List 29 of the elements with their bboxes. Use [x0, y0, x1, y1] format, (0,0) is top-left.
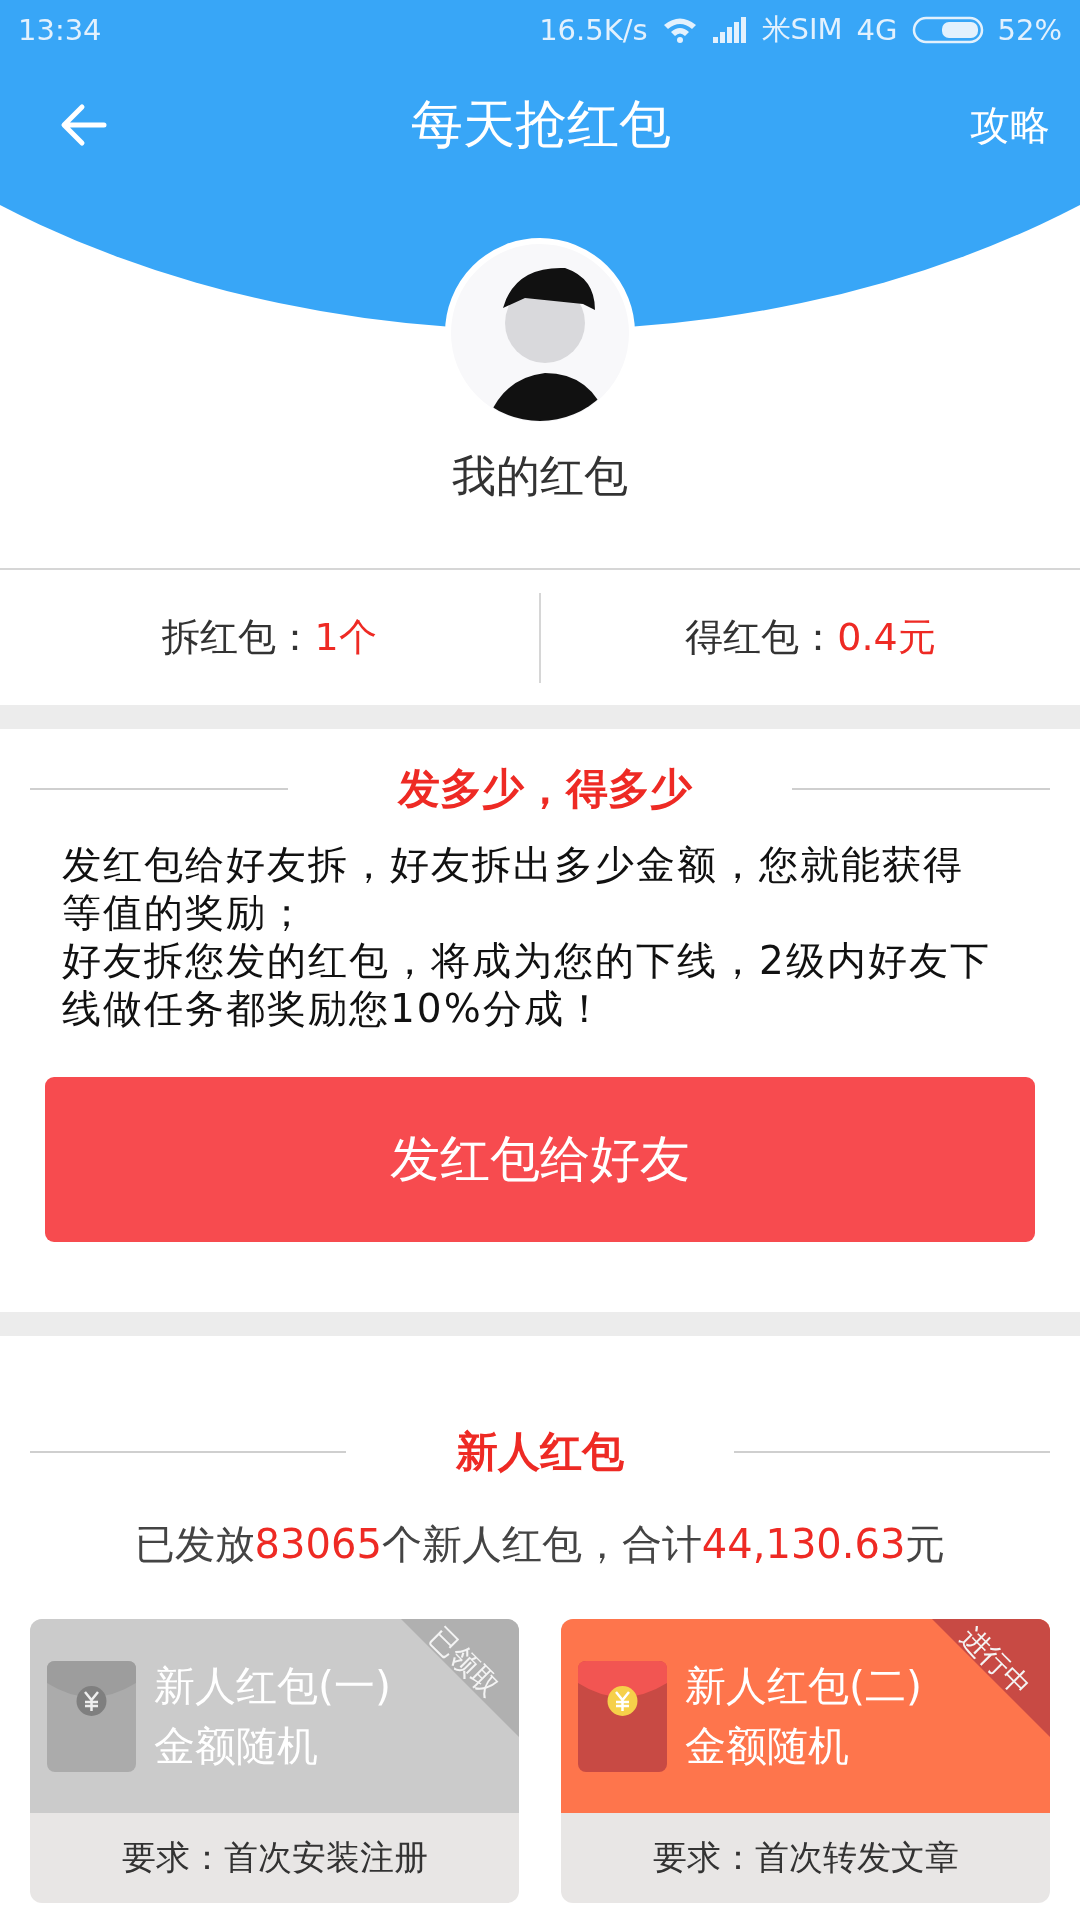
envelope-icon	[578, 1660, 667, 1772]
description-text: 发红包给好友拆，好友拆出多少金额，您就能获得等值的奖励；	[62, 841, 965, 937]
send-button[interactable]: 发红包给好友	[45, 1077, 1035, 1242]
status-ribbon: 进行中	[932, 1619, 1050, 1737]
packet-card[interactable]: 新人红包(二) 金额随机 进行中	[561, 1619, 1050, 1813]
card-title: 新人红包(二)	[685, 1661, 922, 1712]
envelope-icon	[47, 1660, 136, 1772]
stat-value: 1个	[314, 614, 377, 661]
section-title: 发多少，得多少	[396, 763, 694, 815]
description-text: 好友拆您发的红包，将成为您的下线，2级内好友下线做任务都奖励您10%分成！	[62, 937, 992, 1033]
network-speed: 16.5K/s	[539, 13, 648, 47]
carrier-label: 米SIM	[761, 11, 843, 48]
requirement-text: 要求：首次转发文章	[652, 1836, 959, 1879]
stat-label: 拆红包：	[162, 614, 315, 661]
page-title: 每天抢红包	[410, 93, 672, 156]
network-type: 4G	[856, 13, 898, 47]
summary-text: 已发放83065个新人红包，合计44,130.63元	[133, 1520, 947, 1569]
card-subtitle: 金额随机	[685, 1721, 850, 1772]
stat-label: 得红包：	[685, 614, 838, 661]
profile-name: 我的红包	[451, 450, 629, 502]
status-ribbon: 已领取	[401, 1619, 519, 1737]
stat-value: 0.4元	[837, 614, 936, 661]
battery-percent: 52%	[997, 13, 1062, 47]
signal-icon	[711, 17, 748, 43]
status-time: 13:34	[18, 13, 102, 47]
guide-link[interactable]: 攻略	[970, 97, 1050, 153]
requirement-text: 要求：首次安装注册	[121, 1836, 428, 1879]
section-title: 新人红包	[455, 1426, 625, 1478]
battery-icon	[911, 16, 984, 44]
